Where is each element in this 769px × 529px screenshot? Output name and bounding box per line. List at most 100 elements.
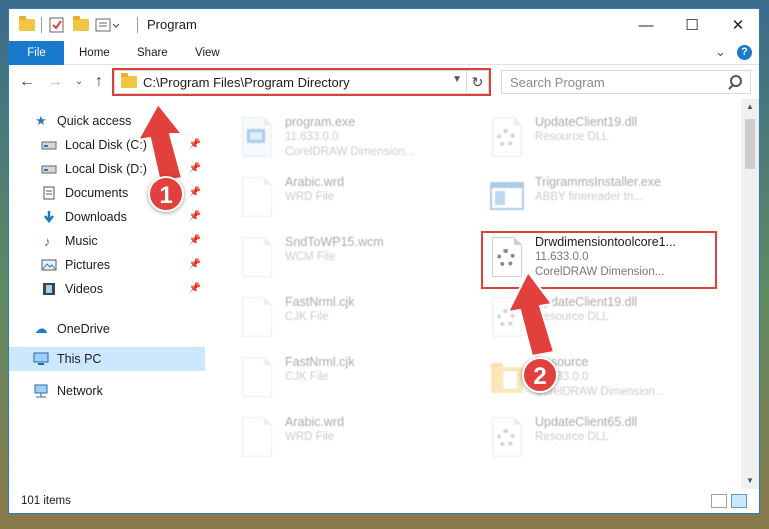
scroll-down-icon[interactable]: ▼ xyxy=(741,473,759,489)
nav-label: OneDrive xyxy=(57,322,110,336)
nav-label: Network xyxy=(57,384,103,398)
file-icon xyxy=(239,355,275,401)
file-meta-line: 11.633.0.0 xyxy=(285,131,339,143)
file-name: program.exe xyxy=(285,115,356,129)
file-item[interactable]: FastNrml.cjk CJK File xyxy=(239,295,479,355)
pin-icon[interactable]: 📌 xyxy=(189,163,201,174)
documents-icon xyxy=(41,186,57,200)
large-icons-view-icon[interactable] xyxy=(731,494,747,508)
file-item[interactable]: Arabic.wrd WRD File xyxy=(239,175,479,235)
search-icon[interactable] xyxy=(730,75,742,87)
details-view-icon[interactable] xyxy=(711,494,727,508)
file-meta-line: WRD File xyxy=(285,431,335,443)
maximize-button[interactable]: ☐ xyxy=(669,9,715,41)
file-item[interactable]: TrigrammsInstaller.exe ABBY finereader tr… xyxy=(489,175,729,235)
drive-icon xyxy=(41,138,57,152)
properties-icon[interactable] xyxy=(49,16,65,34)
cloud-icon: ☁ xyxy=(34,321,48,336)
file-explorer-window: Program — ☐ ✕ File Home Share View ⌄ ? ←… xyxy=(8,8,760,514)
tab-share[interactable]: Share xyxy=(127,41,178,65)
drive-icon xyxy=(41,162,57,176)
search-input[interactable]: Search Program xyxy=(501,70,751,94)
sidebar-item-pictures[interactable]: Pictures 📌 xyxy=(9,253,205,277)
file-item[interactable]: Arabic.wrd WRD File xyxy=(239,415,479,475)
nav-label: Downloads xyxy=(65,210,127,224)
file-name: SndToWP15.wcm xyxy=(285,235,384,249)
file-name: UpdateClient19.dll xyxy=(535,115,638,129)
file-name: FastNrml.cjk xyxy=(285,355,355,369)
file-icon xyxy=(239,415,275,461)
scroll-thumb[interactable] xyxy=(745,119,755,169)
pictures-icon xyxy=(41,258,57,272)
nav-this-pc[interactable]: This PC xyxy=(9,347,205,371)
pin-icon[interactable]: 📌 xyxy=(189,283,201,294)
file-name: FastNrml.cjk xyxy=(285,295,355,309)
help-icon[interactable]: ? xyxy=(737,45,752,60)
sidebar-item-videos[interactable]: Videos 📌 xyxy=(9,277,205,301)
file-list: program.exe 11.633.0.0 CorelDRAW Dimension… xyxy=(205,99,741,489)
vertical-scrollbar[interactable]: ▲ ▼ xyxy=(741,99,759,489)
nav-quick-access[interactable]: ★ Quick access xyxy=(9,109,205,133)
file-meta-line: CorelDRAW Dimension... xyxy=(535,386,665,398)
file-meta-line: WRD File xyxy=(285,191,335,203)
file-meta-line: CJK File xyxy=(285,371,329,383)
pin-icon[interactable]: 📌 xyxy=(189,259,201,270)
nav-network[interactable]: Network xyxy=(9,379,205,403)
nav-label: Videos xyxy=(65,282,103,296)
file-item[interactable]: UpdateClient65.dll Resource DLL xyxy=(489,415,729,475)
dll-gear-icon xyxy=(489,295,525,341)
forward-icon[interactable]: → xyxy=(45,72,65,92)
item-count: 101 items xyxy=(21,495,71,507)
file-meta-line: ABBY finereader tri... xyxy=(535,191,643,203)
file-item[interactable]: UpdateClient19.dll Resource DLL xyxy=(489,295,729,355)
file-meta-line: Resource DLL xyxy=(535,131,609,143)
tab-view[interactable]: View xyxy=(185,41,230,65)
sidebar-item-music[interactable]: ♪ Music 📌 xyxy=(9,229,205,253)
dll-gear-icon xyxy=(489,415,525,461)
nav-label: Local Disk (C:) xyxy=(65,138,147,152)
status-bar: 101 items xyxy=(9,491,759,513)
nav-label: Quick access xyxy=(57,114,132,128)
minimize-button[interactable]: — xyxy=(623,9,669,41)
nav-label: Music xyxy=(65,234,98,248)
file-icon xyxy=(239,175,275,221)
pin-icon[interactable]: 📌 xyxy=(189,187,201,198)
search-placeholder: Search Program xyxy=(510,75,605,90)
address-highlight-box xyxy=(112,68,491,96)
nav-onedrive[interactable]: ☁ OneDrive xyxy=(9,317,205,341)
tab-home[interactable]: Home xyxy=(69,41,120,65)
divider xyxy=(137,17,138,33)
file-name: UpdateClient65.dll xyxy=(535,415,638,429)
navigation-pane: ★ Quick access Local Disk (C:) 📌 Local Dis… xyxy=(9,99,205,489)
new-folder-icon[interactable] xyxy=(73,16,89,34)
pin-icon[interactable]: 📌 xyxy=(189,211,201,222)
pin-icon[interactable]: 📌 xyxy=(189,139,201,150)
monitor-icon xyxy=(33,352,49,366)
file-icon xyxy=(239,235,275,281)
file-item[interactable]: FastNrml.cjk CJK File xyxy=(239,355,479,415)
sidebar-item-local-disk-d[interactable]: Local Disk (D:) 📌 xyxy=(9,157,205,181)
recent-locations-icon[interactable]: ⌄ xyxy=(69,72,89,92)
customize-toolbar-icon[interactable] xyxy=(95,16,121,34)
star-icon: ★ xyxy=(35,113,47,128)
pin-icon[interactable]: 📌 xyxy=(189,235,201,246)
scroll-up-icon[interactable]: ▲ xyxy=(741,99,759,115)
file-name: UpdateClient19.dll xyxy=(535,295,638,309)
file-item[interactable]: program.exe 11.633.0.0 CorelDRAW Dimension… xyxy=(239,115,479,175)
file-meta-line: CJK File xyxy=(285,311,329,323)
file-item[interactable]: UpdateClient19.dll Resource DLL xyxy=(489,115,729,175)
up-icon[interactable]: ↑ xyxy=(89,72,109,92)
dll-gear-icon xyxy=(489,115,525,161)
file-highlight-box xyxy=(481,231,717,289)
exe-icon xyxy=(239,115,275,161)
file-meta-line: Resource DLL xyxy=(535,431,609,443)
back-icon[interactable]: ← xyxy=(17,72,37,92)
sidebar-item-local-disk-c[interactable]: Local Disk (C:) 📌 xyxy=(9,133,205,157)
file-meta-line: CorelDRAW Dimension... xyxy=(285,146,415,158)
ribbon-tabs: File Home Share View ⌄ ? xyxy=(9,41,759,101)
expand-ribbon-icon[interactable]: ⌄ xyxy=(715,44,726,60)
file-name: TrigrammsInstaller.exe xyxy=(535,175,661,189)
file-item[interactable]: SndToWP15.wcm WCM File xyxy=(239,235,479,295)
file-meta-line: Resource DLL xyxy=(535,311,609,323)
close-button[interactable]: ✕ xyxy=(715,9,761,41)
